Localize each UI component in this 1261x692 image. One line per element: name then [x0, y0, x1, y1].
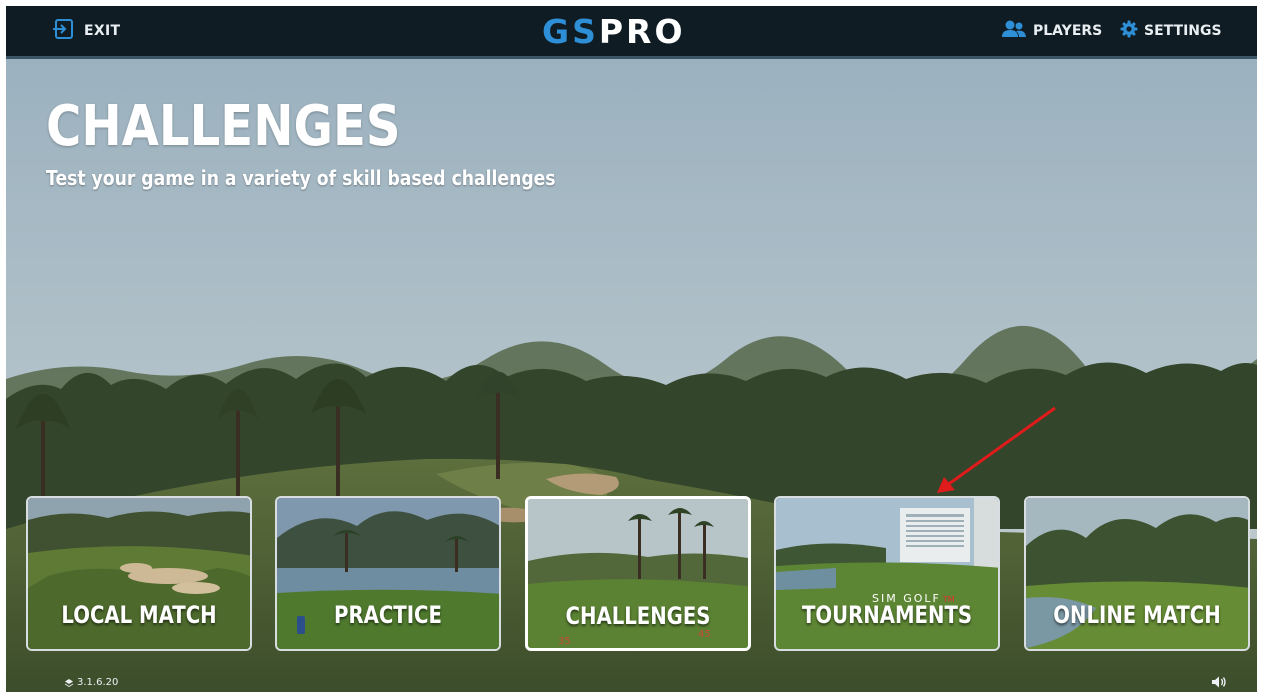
page-title: CHALLENGES — [46, 94, 401, 159]
logo-part-pro: PRO — [598, 11, 686, 51]
top-nav-bar: EXIT GS PRO PLAYERS SETTINGS — [6, 6, 1257, 59]
mode-card-tournaments[interactable]: SIM GOLF TM TOURNAMENTS — [774, 496, 1000, 651]
exit-label: EXIT — [84, 23, 121, 39]
mode-card-local-match[interactable]: LOCAL MATCH — [26, 496, 252, 651]
mode-card-practice[interactable]: PRACTICE — [275, 496, 501, 651]
gspro-logo: GS PRO — [542, 11, 686, 51]
mode-card-label: TOURNAMENTS — [801, 601, 973, 629]
mode-card-label: CHALLENGES — [565, 602, 711, 630]
app-window: EXIT GS PRO PLAYERS SETTINGS CHALLENGES … — [6, 6, 1257, 692]
svg-text:45: 45 — [698, 629, 711, 640]
page-subtitle: Test your game in a variety of skill bas… — [46, 166, 556, 190]
version-indicator: 3.1.6.20 — [64, 677, 118, 688]
speaker-icon[interactable] — [1210, 673, 1228, 691]
gear-icon — [1120, 20, 1138, 43]
players-label: PLAYERS — [1033, 23, 1103, 39]
settings-button[interactable]: SETTINGS — [1120, 19, 1222, 43]
game-mode-cards: LOCAL MATCH PRACTICE 35 45 CHALLENGES SI… — [26, 496, 1254, 654]
exit-button[interactable]: EXIT — [52, 18, 121, 45]
svg-text:35: 35 — [558, 636, 571, 647]
logo-part-gs: GS — [542, 11, 599, 51]
version-text: 3.1.6.20 — [77, 677, 119, 688]
mode-card-label: ONLINE MATCH — [1053, 601, 1221, 629]
players-icon — [1001, 19, 1027, 44]
players-button[interactable]: PLAYERS — [1001, 19, 1102, 43]
settings-label: SETTINGS — [1144, 23, 1222, 39]
layers-icon — [65, 678, 73, 687]
exit-icon — [52, 18, 74, 45]
mode-card-label: PRACTICE — [334, 601, 442, 629]
mode-card-label: LOCAL MATCH — [61, 601, 217, 629]
mode-card-online-match[interactable]: ONLINE MATCH — [1024, 496, 1250, 651]
mode-card-challenges[interactable]: 35 45 CHALLENGES — [525, 496, 751, 651]
